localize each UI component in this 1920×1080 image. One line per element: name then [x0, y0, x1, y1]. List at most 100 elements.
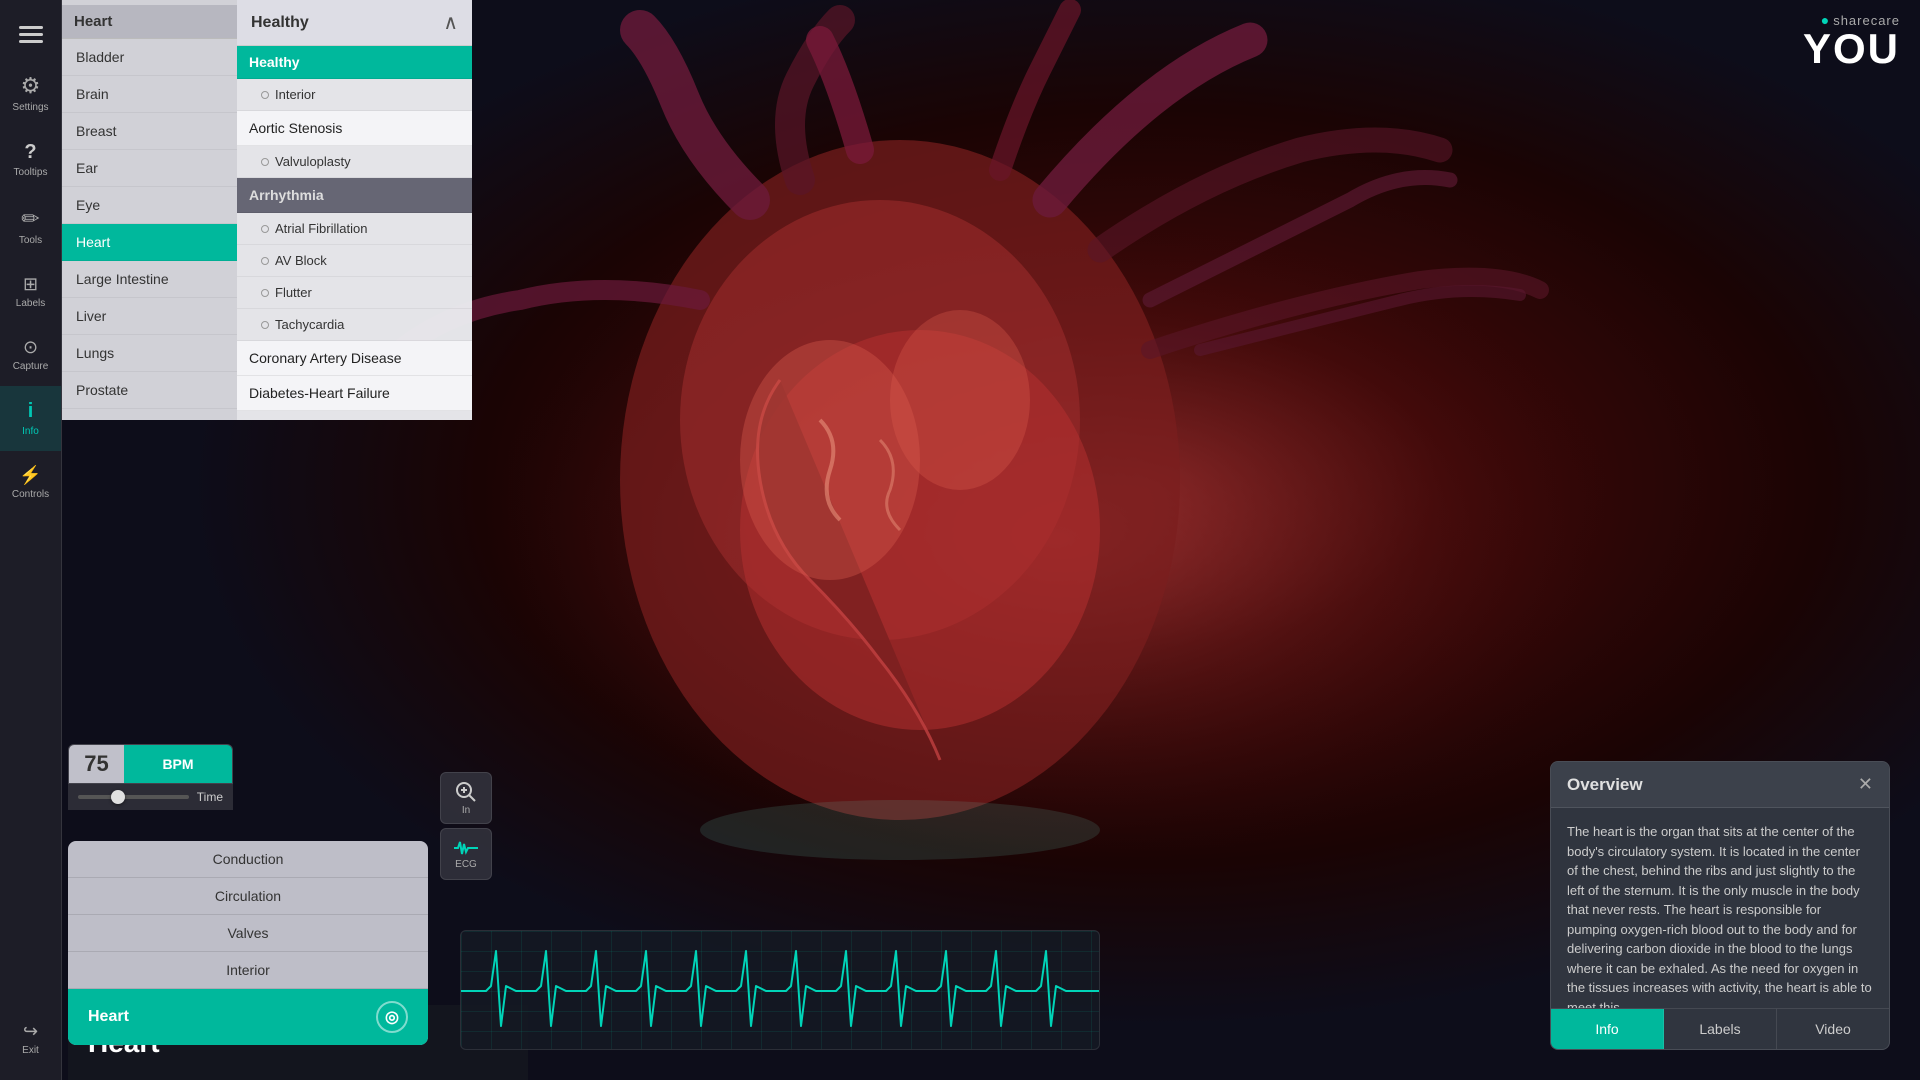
- exit-label: Exit: [22, 1045, 39, 1056]
- bpm-display: 75 BPM: [68, 744, 233, 784]
- condition-header: Healthy ∧: [237, 0, 472, 46]
- overview-btn-video[interactable]: Video: [1777, 1009, 1889, 1049]
- sidebar-item-controls[interactable]: ⚡ Controls: [0, 451, 61, 514]
- ecg-label: ECG: [455, 859, 477, 870]
- condition-sub-av-block-label: AV Block: [275, 253, 327, 268]
- condition-sub-interior-label: Interior: [275, 87, 315, 102]
- zoom-in-label: In: [462, 805, 470, 816]
- labels-icon: ⊞: [23, 274, 38, 295]
- settings-label: Settings: [12, 102, 48, 113]
- info-icon: i: [28, 400, 34, 423]
- condition-sub-atrial-fib-label: Atrial Fibrillation: [275, 221, 367, 236]
- overview-title: Overview: [1567, 775, 1643, 795]
- ecg-circle-icon: ◎: [376, 1001, 408, 1033]
- sidebar-item-capture[interactable]: ⊙ Capture: [0, 323, 61, 386]
- ecg-waveform: [461, 931, 1099, 1049]
- bpm-time-label: Time: [197, 790, 223, 804]
- condition-group-healthy[interactable]: Healthy: [237, 46, 472, 79]
- overview-panel: Overview ✕ The heart is the organ that s…: [1550, 761, 1890, 1050]
- condition-sub-av-block[interactable]: AV Block: [237, 245, 472, 277]
- controls-icon: ⚡: [19, 465, 41, 486]
- condition-sub-interior[interactable]: Interior: [237, 79, 472, 111]
- overview-btn-info[interactable]: Info: [1551, 1009, 1664, 1049]
- tools-label: Tools: [19, 235, 42, 246]
- tab-interior[interactable]: Interior: [68, 952, 428, 989]
- ecg-icon: [454, 839, 478, 857]
- tab-conduction[interactable]: Conduction: [68, 841, 428, 878]
- you-logo: YOU: [1803, 28, 1900, 70]
- organ-item-eye[interactable]: Eye: [62, 187, 237, 224]
- condition-sub-tachycardia[interactable]: Tachycardia: [237, 309, 472, 341]
- condition-sub-valvuloplasty[interactable]: Valvuloplasty: [237, 146, 472, 178]
- condition-sub-valvuloplasty-label: Valvuloplasty: [275, 154, 351, 169]
- zoom-in-button[interactable]: In: [440, 772, 492, 824]
- tab-heart-active-label: Heart: [88, 1008, 129, 1026]
- sidebar-item-settings[interactable]: ⚙ Settings: [0, 59, 61, 127]
- sub-bullet-av-block: [261, 257, 269, 265]
- bpm-label: BPM: [124, 745, 232, 783]
- labels-label: Labels: [16, 298, 45, 309]
- sub-bullet-flutter: [261, 289, 269, 297]
- condition-panel: Healthy ∧ Healthy Interior Aortic Stenos…: [237, 0, 472, 420]
- organ-list-header: Heart: [62, 5, 237, 39]
- main-panel: Heart Bladder Brain Breast Ear Eye Heart…: [62, 0, 472, 420]
- organ-item-breast[interactable]: Breast: [62, 113, 237, 150]
- condition-group-arrhythmia[interactable]: Arrhythmia: [237, 178, 472, 213]
- organ-item-ear[interactable]: Ear: [62, 150, 237, 187]
- condition-group-diabetes[interactable]: Diabetes-Heart Failure: [237, 376, 472, 411]
- overview-close-button[interactable]: ✕: [1858, 774, 1873, 795]
- organ-list: Heart Bladder Brain Breast Ear Eye Heart…: [62, 0, 237, 420]
- tab-heart-active[interactable]: Heart ◎: [68, 989, 428, 1045]
- info-label: Info: [22, 426, 39, 437]
- bpm-slider[interactable]: [78, 795, 189, 799]
- overview-header: Overview ✕: [1551, 762, 1889, 808]
- condition-group-coronary[interactable]: Coronary Artery Disease: [237, 341, 472, 376]
- zoom-in-icon: [455, 781, 477, 803]
- organ-item-reproductive[interactable]: Reproductive: [62, 409, 237, 420]
- menu-button[interactable]: [0, 10, 61, 59]
- organ-item-bladder[interactable]: Bladder: [62, 39, 237, 76]
- sub-bullet-valvuloplasty: [261, 158, 269, 166]
- sub-bullet-interior: [261, 91, 269, 99]
- logo: ● sharecare YOU: [1803, 12, 1900, 70]
- organ-item-heart[interactable]: Heart: [62, 224, 237, 261]
- sub-bullet-atrial-fib: [261, 225, 269, 233]
- organ-item-large-intestine[interactable]: Large Intestine: [62, 261, 237, 298]
- sidebar-item-labels[interactable]: ⊞ Labels: [0, 260, 61, 323]
- left-sidebar: ⚙ Settings ? Tooltips ✏ Tools ⊞ Labels ⊙…: [0, 0, 62, 1080]
- bpm-panel: 75 BPM Time: [68, 744, 233, 810]
- organ-item-liver[interactable]: Liver: [62, 298, 237, 335]
- condition-sub-atrial-fib[interactable]: Atrial Fibrillation: [237, 213, 472, 245]
- ecg-button[interactable]: ECG: [440, 828, 492, 880]
- tab-valves[interactable]: Valves: [68, 915, 428, 952]
- ecg-panel: [460, 930, 1100, 1050]
- capture-icon: ⊙: [23, 337, 38, 358]
- organ-item-brain[interactable]: Brain: [62, 76, 237, 113]
- overview-btn-labels[interactable]: Labels: [1664, 1009, 1777, 1049]
- condition-header-title: Healthy: [251, 14, 309, 32]
- condition-sub-flutter-label: Flutter: [275, 285, 312, 300]
- overview-footer: Info Labels Video: [1551, 1008, 1889, 1049]
- exit-icon: ↪: [23, 1021, 38, 1042]
- sub-bullet-tachycardia: [261, 321, 269, 329]
- sidebar-item-tools[interactable]: ✏ Tools: [0, 192, 61, 260]
- organ-item-lungs[interactable]: Lungs: [62, 335, 237, 372]
- tools-icon: ✏: [21, 206, 39, 232]
- capture-label: Capture: [13, 361, 49, 372]
- condition-group-aortic-stenosis[interactable]: Aortic Stenosis: [237, 111, 472, 146]
- settings-icon: ⚙: [21, 73, 41, 99]
- tooltips-icon: ?: [24, 141, 36, 164]
- overview-body: The heart is the organ that sits at the …: [1551, 808, 1889, 1008]
- tooltips-label: Tooltips: [14, 167, 48, 178]
- condition-close-button[interactable]: ∧: [443, 10, 458, 35]
- anatomy-tabs: Conduction Circulation Valves Interior H…: [68, 841, 428, 1045]
- condition-sub-flutter[interactable]: Flutter: [237, 277, 472, 309]
- organ-item-prostate[interactable]: Prostate: [62, 372, 237, 409]
- controls-label: Controls: [12, 489, 49, 500]
- sidebar-item-info[interactable]: i Info: [0, 386, 61, 451]
- bpm-slider-thumb[interactable]: [111, 790, 125, 804]
- zoom-ecg-controls: In ECG: [440, 772, 492, 880]
- sidebar-item-exit[interactable]: ↪ Exit: [0, 1007, 61, 1070]
- sidebar-item-tooltips[interactable]: ? Tooltips: [0, 127, 61, 192]
- tab-circulation[interactable]: Circulation: [68, 878, 428, 915]
